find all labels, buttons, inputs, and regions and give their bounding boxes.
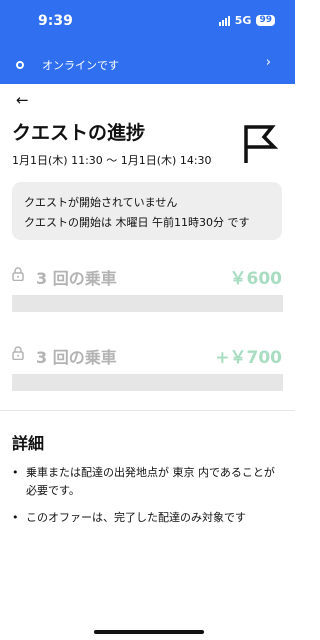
quest-date-range: 1月1日(木) 11:30 〜 1月1日(木) 14:30 xyxy=(12,154,212,167)
online-status-banner[interactable]: オンラインです › xyxy=(0,46,295,84)
quest-reward: +￥700 xyxy=(215,348,282,368)
status-bar: 9:39 5G 99 xyxy=(0,0,295,46)
page-title: クエストの進捗 xyxy=(12,122,146,144)
home-indicator[interactable] xyxy=(94,630,204,634)
quest-reward: ￥600 xyxy=(229,269,283,289)
section-divider xyxy=(0,410,295,411)
status-time: 9:39 xyxy=(38,13,73,29)
quest-label: 3 回の乗車 xyxy=(36,269,117,288)
status-indicators: 5G 99 xyxy=(218,14,275,27)
bullet-icon: • xyxy=(12,511,19,524)
quest-not-started-notice: クエストが開始されていません クエストの開始は 木曜日 午前11時30分 です xyxy=(12,182,282,240)
battery-icon: 99 xyxy=(256,15,275,26)
notice-start-time: クエストの開始は 木曜日 午前11時30分 です xyxy=(24,216,250,229)
online-status-icon xyxy=(16,61,24,69)
detail-list-item: • 乗車または配達の出発地点が 東京 内であることが必要です。 xyxy=(12,464,280,500)
lock-icon xyxy=(12,267,24,281)
quest-progress-bar xyxy=(12,374,283,391)
chevron-right-icon: › xyxy=(265,55,271,70)
network-type: 5G xyxy=(234,14,252,27)
details-heading: 詳細 xyxy=(12,434,45,453)
flag-icon xyxy=(244,125,279,163)
quest-label: 3 回の乗車 xyxy=(36,348,117,367)
detail-list-item: • このオファーは、完了した配達のみ対象です xyxy=(12,509,280,527)
signal-icon xyxy=(218,15,230,26)
notice-title: クエストが開始されていません xyxy=(24,196,178,209)
lock-icon xyxy=(12,346,24,360)
quest-progress-bar xyxy=(12,295,283,312)
online-status-text: オンラインです xyxy=(42,59,119,72)
bullet-icon: • xyxy=(12,466,19,479)
detail-text: 乗車または配達の出発地点が 東京 内であることが必要です。 xyxy=(26,466,275,497)
back-arrow-icon[interactable]: ← xyxy=(16,91,29,109)
detail-text: このオファーは、完了した配達のみ対象です xyxy=(26,511,246,524)
